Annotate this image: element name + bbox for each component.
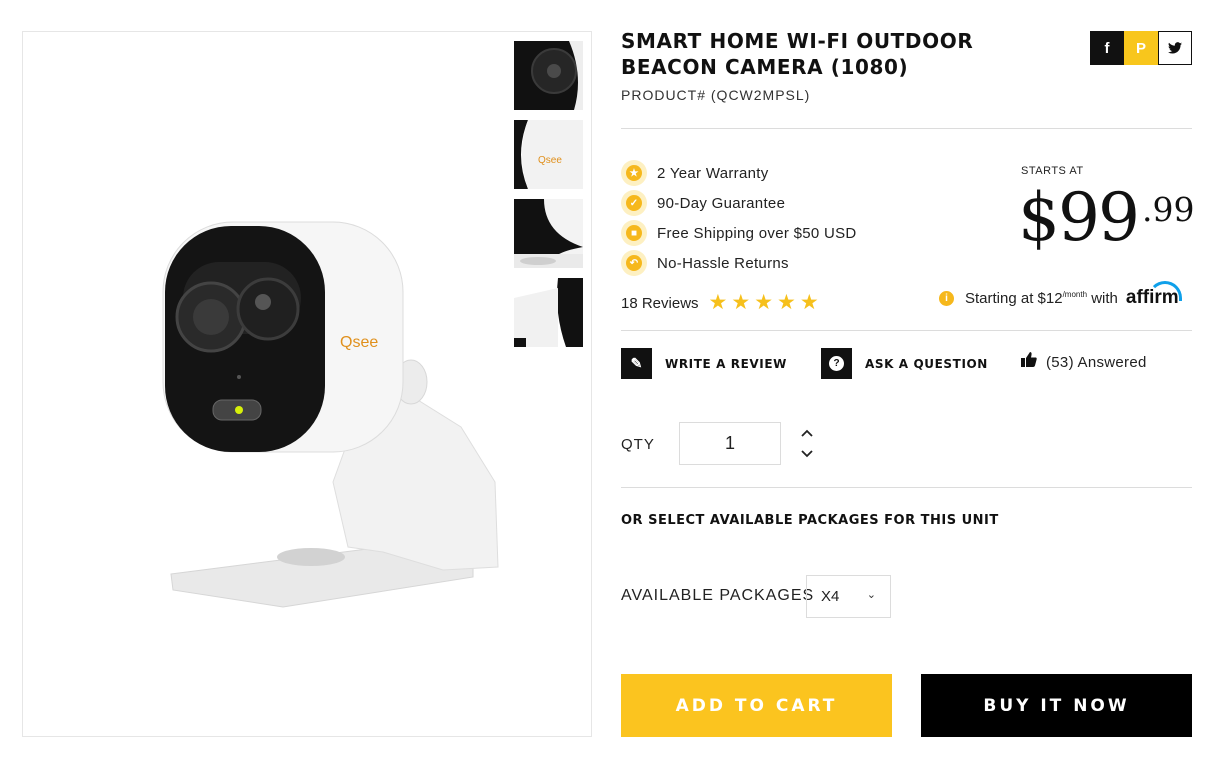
product-number: PRODUCT# (QCW2MPSL)	[621, 87, 811, 103]
info-icon[interactable]: i	[939, 290, 954, 306]
pencil-icon: ✎	[621, 348, 652, 379]
feature-label: Free Shipping over $50 USD	[657, 224, 857, 242]
pinterest-icon[interactable]: P	[1124, 31, 1158, 65]
product-main-image[interactable]: Qsee	[143, 182, 513, 632]
check-badge-icon: ✓	[621, 190, 647, 216]
packages-selected-value: X4	[821, 588, 840, 605]
review-actions: ✎ WRITE A REVIEW ? ASK A QUESTION (53) A…	[621, 348, 1192, 379]
thumbnail-list: Qsee	[514, 41, 584, 357]
affirm-text: Starting at $12/month with	[965, 290, 1118, 307]
packages-select[interactable]: X4 ⌄	[806, 575, 891, 618]
share-buttons: f P	[1090, 31, 1192, 65]
divider	[621, 330, 1192, 331]
feature-guarantee: ✓ 90-Day Guarantee	[621, 188, 857, 218]
award-icon: ★	[621, 160, 647, 186]
star-icon: ★	[777, 291, 796, 314]
qty-increment-button[interactable]	[799, 426, 815, 440]
star-icon: ★	[799, 291, 819, 314]
divider	[621, 487, 1192, 488]
qty-label: QTY	[621, 436, 655, 453]
product-title: SMART HOME WI-FI OUTDOOR BEACON CAMERA (…	[621, 29, 974, 79]
write-review-label: WRITE A REVIEW	[665, 356, 787, 371]
reviews-count[interactable]: 18 Reviews	[621, 295, 699, 312]
divider	[621, 128, 1192, 129]
affirm-arc-icon	[1147, 281, 1182, 301]
write-review-button[interactable]: ✎ WRITE A REVIEW	[621, 348, 787, 379]
question-icon: ?	[821, 348, 852, 379]
thumbs-up-icon	[1021, 352, 1037, 372]
feature-warranty: ★ 2 Year Warranty	[621, 158, 857, 188]
feature-list: ★ 2 Year Warranty ✓ 90-Day Guarantee ■ F…	[621, 158, 857, 278]
box-icon: ■	[621, 220, 647, 246]
affirm-with: with	[1091, 289, 1118, 307]
star-icon: ★	[754, 291, 774, 314]
feature-label: 2 Year Warranty	[657, 164, 769, 182]
star-rating: ★ ★ ★ ★ ★	[709, 292, 823, 314]
qty-decrement-button[interactable]	[799, 447, 815, 461]
feature-shipping: ■ Free Shipping over $50 USD	[621, 218, 857, 248]
affirm-per-month: /month	[1062, 289, 1088, 299]
thumbnail-3[interactable]	[514, 199, 583, 268]
ask-question-button[interactable]: ? ASK A QUESTION	[821, 348, 988, 379]
ask-question-label: ASK A QUESTION	[865, 356, 988, 371]
add-to-cart-button[interactable]: ADD TO CART	[621, 674, 892, 737]
answered-count: (53) Answered	[1046, 353, 1147, 371]
thumbnail-1[interactable]	[514, 41, 583, 110]
packages-label: AVAILABLE PACKAGES	[621, 587, 815, 604]
quantity-input[interactable]	[679, 422, 781, 465]
affirm-logo: affirm	[1126, 281, 1182, 309]
buy-now-button[interactable]: BUY IT NOW	[921, 674, 1192, 737]
return-arrow-icon: ↶	[621, 250, 647, 276]
twitter-icon[interactable]	[1158, 31, 1192, 65]
thumbnail-4[interactable]	[514, 278, 583, 347]
packages-heading: OR SELECT AVAILABLE PACKAGES FOR THIS UN…	[621, 513, 999, 528]
feature-returns: ↶ No-Hassle Returns	[621, 248, 857, 278]
brand-logo: Qsee	[340, 334, 378, 351]
star-icon: ★	[708, 291, 728, 314]
price-cents: .99	[1142, 190, 1195, 229]
chevron-down-icon: ⌄	[866, 589, 876, 601]
thumbnail-2[interactable]: Qsee	[514, 120, 583, 189]
affirm-financing[interactable]: i Starting at $12/month with affirm	[939, 281, 1182, 309]
product-gallery: Qsee Qsee	[22, 31, 592, 737]
star-icon: ★	[731, 291, 751, 314]
feature-label: No-Hassle Returns	[657, 254, 789, 272]
affirm-price: Starting at $12	[965, 289, 1063, 307]
reviews-summary[interactable]: 18 Reviews ★ ★ ★ ★ ★	[621, 292, 823, 314]
starts-at-label: STARTS AT	[1021, 165, 1084, 177]
feature-label: 90-Day Guarantee	[657, 194, 786, 212]
facebook-icon[interactable]: f	[1090, 31, 1124, 65]
price-main: $99	[1018, 179, 1140, 256]
answered-link[interactable]: (53) Answered	[1021, 352, 1147, 372]
svg-text:Qsee: Qsee	[538, 155, 562, 166]
